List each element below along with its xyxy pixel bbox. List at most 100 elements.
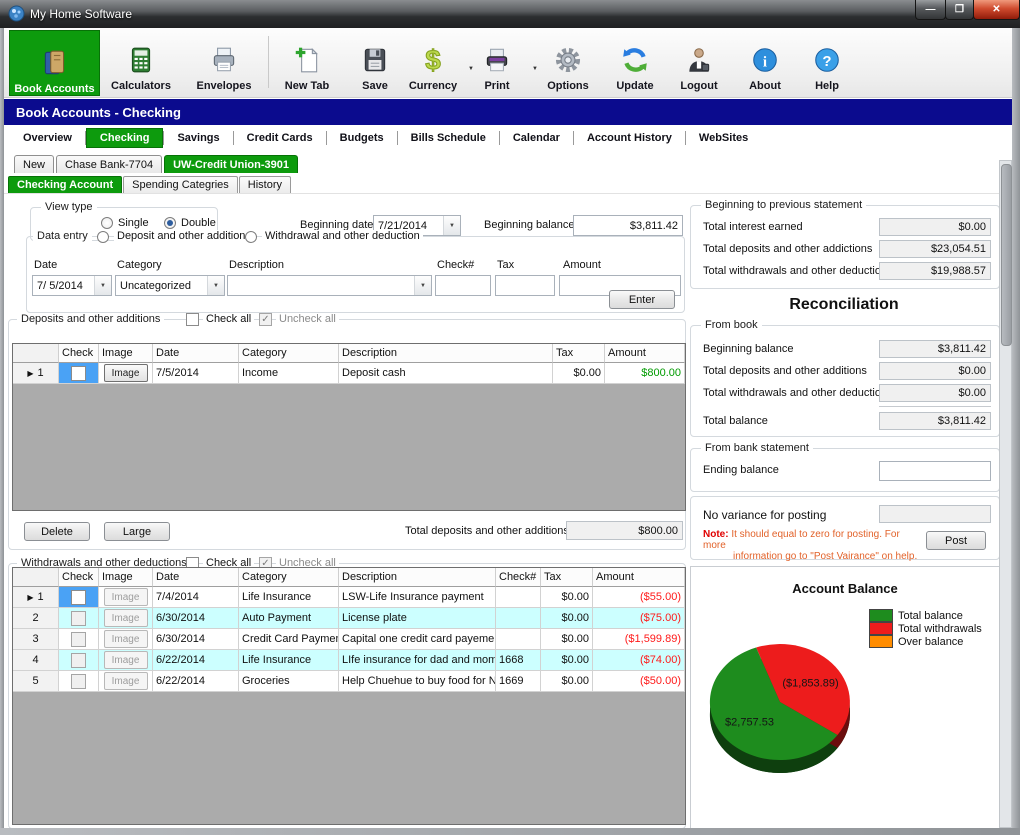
row-checkbox[interactable] bbox=[71, 632, 86, 647]
check-cell[interactable] bbox=[59, 629, 99, 650]
column-header[interactable]: Category bbox=[239, 568, 339, 587]
toolbar-item-logout[interactable]: Logout bbox=[666, 32, 732, 92]
column-header[interactable]: Description bbox=[339, 344, 553, 363]
maximize-button[interactable]: ❐ bbox=[945, 0, 974, 20]
column-header[interactable]: Date bbox=[153, 568, 239, 587]
close-button[interactable]: ✕ bbox=[973, 0, 1020, 20]
table-row[interactable]: 3Image6/30/2014Credit Card PaymentCapita… bbox=[13, 629, 685, 650]
tab-spending-categries[interactable]: Spending Categries bbox=[123, 176, 238, 193]
tax-cell[interactable]: $0.00 bbox=[541, 587, 593, 608]
ending-balance-field[interactable] bbox=[879, 461, 991, 481]
toolbar-item-options[interactable]: Options bbox=[535, 32, 601, 92]
check_no-cell[interactable] bbox=[496, 608, 541, 629]
toolbar-item-help[interactable]: ?Help bbox=[794, 32, 860, 92]
description-cell[interactable]: LSW-Life Insurance payment bbox=[339, 587, 496, 608]
date-cell[interactable]: 7/4/2014 bbox=[153, 587, 239, 608]
description-cell[interactable]: Deposit cash bbox=[339, 363, 553, 384]
column-header[interactable]: Check bbox=[59, 568, 99, 587]
category-cell[interactable]: Auto Payment bbox=[239, 608, 339, 629]
date-cell[interactable]: 6/30/2014 bbox=[153, 629, 239, 650]
image-button[interactable]: Image bbox=[104, 364, 148, 382]
post-button[interactable]: Post bbox=[926, 531, 986, 550]
amount-cell[interactable]: ($75.00) bbox=[593, 608, 685, 629]
table-row[interactable]: ▶1Image7/5/2014IncomeDeposit cash$0.00$8… bbox=[13, 363, 685, 384]
ending-balance-input[interactable] bbox=[884, 464, 986, 478]
tab-budgets[interactable]: Budgets bbox=[327, 129, 397, 147]
tab-chase-bank-7704[interactable]: Chase Bank-7704 bbox=[56, 155, 162, 173]
toolbar-item-new-tab[interactable]: New Tab bbox=[274, 32, 340, 92]
row-checkbox[interactable] bbox=[71, 653, 86, 668]
check_no-cell[interactable]: 1669 bbox=[496, 671, 541, 692]
date-cell[interactable]: 6/30/2014 bbox=[153, 608, 239, 629]
toolbar-item-update[interactable]: Update bbox=[602, 32, 668, 92]
tab-overview[interactable]: Overview bbox=[10, 129, 85, 147]
date-cell[interactable]: 7/5/2014 bbox=[153, 363, 239, 384]
deposits-uncheck-all-checkbox[interactable]: ✓ bbox=[259, 313, 272, 326]
double-radio[interactable] bbox=[164, 217, 176, 229]
delete-button[interactable]: Delete bbox=[24, 522, 90, 541]
check_no-cell[interactable]: 1668 bbox=[496, 650, 541, 671]
tab-bills-schedule[interactable]: Bills Schedule bbox=[398, 129, 499, 147]
beginning-balance-field[interactable]: $3,811.42 bbox=[573, 215, 683, 236]
description-cell[interactable]: Help Chuehue to buy food for N... bbox=[339, 671, 496, 692]
toolbar-item-about[interactable]: iAbout bbox=[732, 32, 798, 92]
column-header[interactable]: Category bbox=[239, 344, 339, 363]
column-header[interactable]: Amount bbox=[593, 568, 685, 587]
minimize-button[interactable]: — bbox=[915, 0, 946, 20]
date-cell[interactable]: 6/22/2014 bbox=[153, 650, 239, 671]
tab-websites[interactable]: WebSites bbox=[686, 129, 761, 147]
table-row[interactable]: 2Image6/30/2014Auto PaymentLicense plate… bbox=[13, 608, 685, 629]
deposit-radio[interactable] bbox=[97, 231, 109, 243]
entry-tax-field[interactable] bbox=[495, 275, 555, 296]
row-checkbox[interactable] bbox=[71, 674, 86, 689]
tab-history[interactable]: History bbox=[239, 176, 291, 193]
check-cell[interactable] bbox=[59, 363, 99, 384]
entry-check-no-input[interactable] bbox=[440, 279, 486, 293]
description-cell[interactable]: LIfe insurance for dad and mom bbox=[339, 650, 496, 671]
entry-tax-input[interactable] bbox=[500, 279, 550, 293]
column-header[interactable]: Amount bbox=[605, 344, 685, 363]
deposits-check-all-checkbox[interactable] bbox=[186, 313, 199, 326]
amount-cell[interactable]: ($55.00) bbox=[593, 587, 685, 608]
tab-checking-account[interactable]: Checking Account bbox=[8, 176, 122, 193]
tab-credit-cards[interactable]: Credit Cards bbox=[234, 129, 326, 147]
column-header[interactable]: Image bbox=[99, 568, 153, 587]
check-cell[interactable] bbox=[59, 671, 99, 692]
amount-cell[interactable]: ($1,599.89) bbox=[593, 629, 685, 650]
check_no-cell[interactable] bbox=[496, 629, 541, 650]
column-header[interactable]: Check bbox=[59, 344, 99, 363]
tax-cell[interactable]: $0.00 bbox=[541, 608, 593, 629]
withdrawal-radio[interactable] bbox=[245, 231, 257, 243]
single-radio[interactable] bbox=[101, 217, 113, 229]
column-header[interactable]: Description bbox=[339, 568, 496, 587]
entry-date-combo[interactable]: 7/ 5/2014▼ bbox=[32, 275, 112, 296]
table-row[interactable]: 4Image6/22/2014Life InsuranceLIfe insura… bbox=[13, 650, 685, 671]
column-header[interactable]: Date bbox=[153, 344, 239, 363]
check-cell[interactable] bbox=[59, 650, 99, 671]
tax-cell[interactable]: $0.00 bbox=[541, 629, 593, 650]
amount-cell[interactable]: ($50.00) bbox=[593, 671, 685, 692]
tab-new[interactable]: New bbox=[14, 155, 54, 173]
tax-cell[interactable]: $0.00 bbox=[541, 671, 593, 692]
toolbar-item-print[interactable]: Print bbox=[464, 32, 530, 92]
tab-uw-credit-union-3901[interactable]: UW-Credit Union-3901 bbox=[164, 155, 298, 173]
vertical-scrollbar[interactable] bbox=[999, 160, 1012, 828]
toolbar-item-calculators[interactable]: Calculators bbox=[105, 32, 177, 92]
description-cell[interactable]: License plate bbox=[339, 608, 496, 629]
tab-calendar[interactable]: Calendar bbox=[500, 129, 573, 147]
column-header[interactable]: Tax bbox=[541, 568, 593, 587]
column-header[interactable]: Image bbox=[99, 344, 153, 363]
large-button[interactable]: Large bbox=[104, 522, 170, 541]
tab-account-history[interactable]: Account History bbox=[574, 129, 685, 147]
toolbar-item-envelopes[interactable]: Envelopes bbox=[184, 32, 264, 92]
check-cell[interactable] bbox=[59, 587, 99, 608]
column-header[interactable]: Check# bbox=[496, 568, 541, 587]
tax-cell[interactable]: $0.00 bbox=[541, 650, 593, 671]
entry-description-combo[interactable]: ▼ bbox=[227, 275, 432, 296]
toolbar-item-book-accounts[interactable]: Book Accounts bbox=[9, 30, 100, 96]
category-cell[interactable]: Life Insurance bbox=[239, 650, 339, 671]
tab-savings[interactable]: Savings bbox=[164, 129, 232, 147]
tab-checking[interactable]: Checking bbox=[86, 128, 164, 148]
category-cell[interactable]: Life Insurance bbox=[239, 587, 339, 608]
enter-button[interactable]: Enter bbox=[609, 290, 675, 309]
